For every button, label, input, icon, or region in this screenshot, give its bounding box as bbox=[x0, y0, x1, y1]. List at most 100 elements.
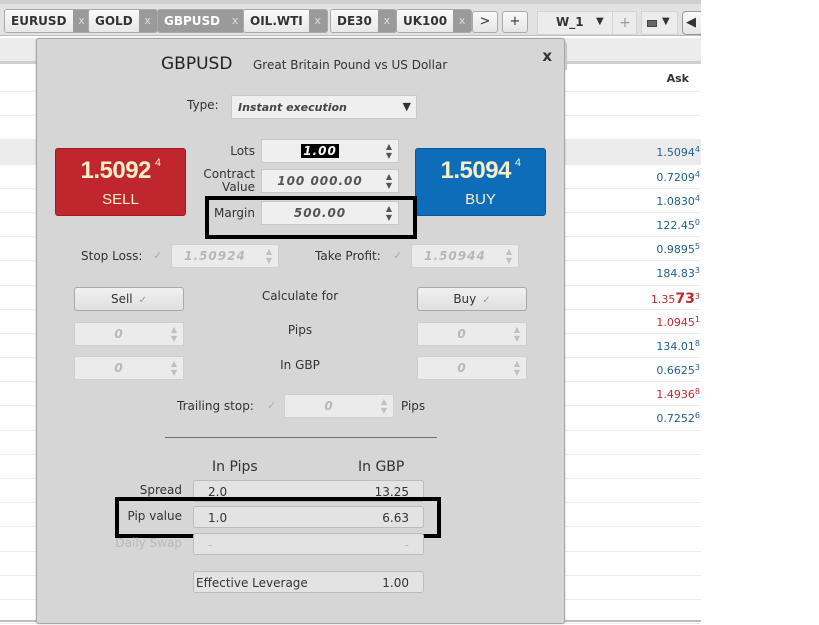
spinner-arrows-icon[interactable]: ▲ ▼ bbox=[379, 397, 389, 415]
blank-area bbox=[701, 0, 819, 625]
buy-gbp-value[interactable]: 0 bbox=[418, 361, 506, 375]
spinner-arrows-icon[interactable]: ▲ ▼ bbox=[384, 172, 394, 190]
buy-pips-stepper[interactable]: 0 ▲ ▼ bbox=[417, 322, 527, 346]
ask-price[interactable]: 1.49368 bbox=[656, 387, 700, 401]
close-dialog-icon[interactable]: x bbox=[542, 47, 552, 65]
contract-value[interactable]: 100 000.00 bbox=[262, 174, 378, 188]
ask-price[interactable]: 0.72094 bbox=[656, 170, 700, 184]
sell-label: SELL bbox=[102, 191, 139, 208]
contract-value-stepper[interactable]: 100 000.00 ▲ ▼ bbox=[261, 169, 399, 193]
calculate-for-label: Calculate for bbox=[261, 289, 339, 303]
dialog-symbol-description: Great Britain Pound vs US Dollar bbox=[253, 58, 448, 72]
trailing-stop-unit: Pips bbox=[401, 399, 426, 413]
buy-price: 1.5094 bbox=[440, 157, 511, 184]
tab-label[interactable]: GOLD bbox=[89, 10, 139, 32]
ask-price[interactable]: 1.35733 bbox=[651, 291, 700, 307]
tab-eurusd[interactable]: EURUSD x bbox=[4, 9, 92, 33]
dropdown-arrow-icon: ▼ bbox=[402, 100, 411, 113]
tab-gold[interactable]: GOLD x bbox=[88, 9, 158, 33]
effective-leverage-value: 1.00 bbox=[382, 576, 409, 590]
workspace-select[interactable]: W_1 ▼ + bbox=[537, 11, 637, 35]
tab-label[interactable]: GBPUSD bbox=[158, 10, 227, 32]
buy-gbp-stepper[interactable]: 0 ▲ ▼ bbox=[417, 356, 527, 380]
sell-button[interactable]: 1.5092 4 SELL bbox=[55, 148, 186, 216]
trailing-stop-toggle-icon[interactable]: ✓ bbox=[267, 399, 276, 412]
trailing-stop-stepper[interactable]: 0 ▲ ▼ bbox=[284, 394, 394, 418]
daily-swap-pips: - bbox=[208, 538, 213, 552]
ask-price[interactable]: 184.833 bbox=[656, 266, 700, 280]
dropdown-arrow-icon[interactable]: ▼ bbox=[596, 16, 604, 27]
add-workspace-button[interactable]: + bbox=[612, 12, 637, 34]
window-layout-icon bbox=[647, 20, 657, 27]
tab-label[interactable]: DE30 bbox=[331, 10, 378, 32]
close-tab-icon[interactable]: x bbox=[377, 10, 396, 32]
ask-price[interactable]: 1.50944 bbox=[656, 145, 700, 159]
trailing-stop-label: Trailing stop: bbox=[177, 399, 254, 413]
tab-uk100[interactable]: UK100 x bbox=[396, 9, 473, 33]
close-tab-icon[interactable]: x bbox=[138, 10, 157, 32]
spinner-arrows-icon[interactable]: ▲ ▼ bbox=[264, 247, 274, 265]
in-pips-column-header: In Pips bbox=[212, 459, 258, 475]
ask-price[interactable]: 134.018 bbox=[656, 339, 700, 353]
close-tab-icon[interactable]: x bbox=[226, 10, 245, 32]
buy-price-pipette: 4 bbox=[514, 157, 521, 169]
effective-leverage-label: Effective Leverage bbox=[196, 576, 308, 590]
spinner-arrows-icon[interactable]: ▲ ▼ bbox=[384, 142, 394, 160]
order-type-select[interactable]: Instant execution ▼ bbox=[231, 95, 417, 119]
lots-stepper[interactable]: 1.00 ▲ ▼ bbox=[261, 139, 399, 163]
tab-gbpusd[interactable]: GBPUSD x bbox=[157, 9, 246, 33]
daily-swap-gbp: - bbox=[404, 538, 409, 552]
close-tab-icon[interactable]: x bbox=[308, 10, 327, 32]
tab-de30[interactable]: DE30 x bbox=[330, 9, 397, 33]
ask-price[interactable]: 0.66253 bbox=[656, 363, 700, 377]
dropdown-arrow-icon: ▼ bbox=[662, 16, 670, 27]
stop-loss-value[interactable]: 1.50924 bbox=[172, 249, 258, 263]
tab-label[interactable]: OIL.WTI bbox=[244, 10, 309, 32]
pip-value-highlight-box bbox=[115, 497, 441, 538]
ask-price[interactable]: 0.72526 bbox=[656, 411, 700, 425]
calc-buy-button[interactable]: Buy ✓ bbox=[417, 287, 527, 311]
ask-column-header[interactable]: Ask bbox=[667, 72, 689, 85]
sell-gbp-value[interactable]: 0 bbox=[75, 361, 163, 375]
sell-pips-value[interactable]: 0 bbox=[75, 327, 163, 341]
tab-label[interactable]: EURUSD bbox=[5, 10, 73, 32]
layout-menu-button[interactable]: ▼ bbox=[641, 11, 678, 35]
add-tab-button[interactable]: + bbox=[502, 11, 528, 33]
spinner-arrows-icon[interactable]: ▲ ▼ bbox=[169, 325, 179, 343]
section-divider bbox=[165, 437, 437, 438]
spread-label: Spread bbox=[139, 483, 182, 497]
take-profit-stepper[interactable]: 1.50944 ▲ ▼ bbox=[411, 244, 519, 268]
tab-oil-wti[interactable]: OIL.WTI x bbox=[243, 9, 328, 33]
order-type-value: Instant execution bbox=[238, 101, 347, 114]
stop-loss-stepper[interactable]: 1.50924 ▲ ▼ bbox=[171, 244, 279, 268]
stop-loss-toggle-icon[interactable]: ✓ bbox=[153, 249, 162, 262]
close-tab-icon[interactable]: x bbox=[453, 10, 472, 32]
sell-price: 1.5092 bbox=[80, 157, 151, 184]
trading-app: EURUSD x GOLD x GBPUSD x OIL.WTI x DE30 … bbox=[0, 0, 704, 625]
check-icon: ✓ bbox=[482, 295, 491, 306]
ask-price[interactable]: 1.08304 bbox=[656, 194, 700, 208]
trailing-stop-value[interactable]: 0 bbox=[285, 399, 373, 413]
sell-pips-stepper[interactable]: 0 ▲ ▼ bbox=[74, 322, 184, 346]
calc-sell-button[interactable]: Sell ✓ bbox=[74, 287, 184, 311]
in-gbp-column-header: In GBP bbox=[358, 459, 405, 475]
take-profit-toggle-icon[interactable]: ✓ bbox=[393, 249, 402, 262]
spinner-arrows-icon[interactable]: ▲ ▼ bbox=[512, 359, 522, 377]
more-tabs-button[interactable]: > bbox=[472, 11, 498, 33]
ask-price[interactable]: 0.98955 bbox=[656, 242, 700, 256]
spinner-arrows-icon[interactable]: ▲ ▼ bbox=[512, 325, 522, 343]
tab-label[interactable]: UK100 bbox=[397, 10, 454, 32]
take-profit-value[interactable]: 1.50944 bbox=[412, 249, 498, 263]
sell-gbp-stepper[interactable]: 0 ▲ ▼ bbox=[74, 356, 184, 380]
take-profit-label: Take Profit: bbox=[315, 249, 381, 263]
buy-pips-value[interactable]: 0 bbox=[418, 327, 506, 341]
ask-price[interactable]: 1.09451 bbox=[656, 315, 700, 329]
buy-label: BUY bbox=[465, 191, 496, 208]
dialog-symbol: GBPUSD bbox=[161, 54, 233, 74]
spinner-arrows-icon[interactable]: ▲ ▼ bbox=[169, 359, 179, 377]
buy-button[interactable]: 1.5094 4 BUY bbox=[415, 148, 546, 216]
pips-row-label: Pips bbox=[287, 323, 313, 337]
ask-price[interactable]: 122.450 bbox=[656, 218, 700, 232]
order-type-label: Type: bbox=[187, 98, 219, 112]
spinner-arrows-icon[interactable]: ▲ ▼ bbox=[504, 247, 514, 265]
